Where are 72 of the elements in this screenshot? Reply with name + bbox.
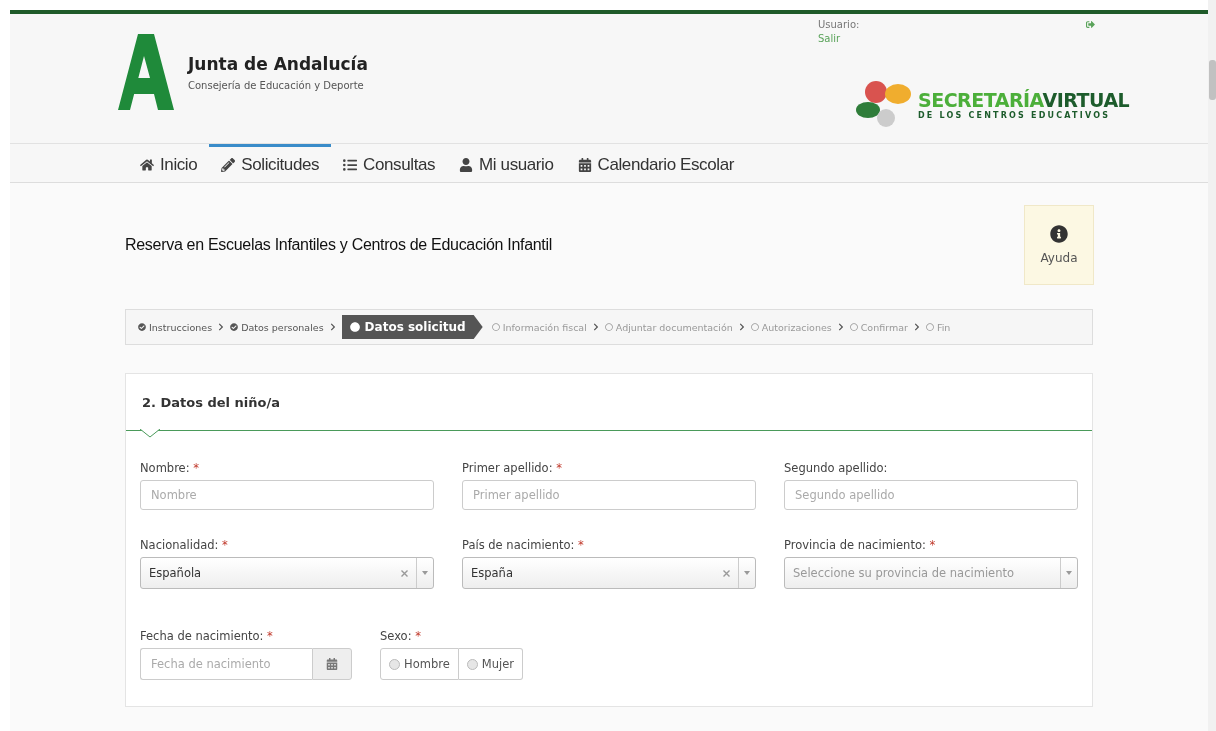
nav-tab[interactable]: Inicio [128, 144, 210, 182]
field-label: Provincia de nacimiento: * [784, 538, 937, 552]
field-label: País de nacimiento: * [462, 538, 585, 552]
brand-logo-icon [856, 78, 912, 130]
chevron-icon [912, 323, 921, 331]
logo-icon [118, 34, 174, 110]
required-mark: * [193, 461, 199, 475]
step: Adjuntar documentación [604, 321, 733, 333]
nav-tab[interactable]: Consultas [331, 144, 448, 182]
chevron-icon [328, 323, 337, 331]
required-mark: * [222, 538, 228, 552]
check-icon [138, 323, 146, 331]
calendar-icon [326, 658, 338, 670]
calendar-button[interactable] [312, 648, 352, 680]
step: Fin [925, 321, 951, 333]
step: Instrucciones [138, 321, 213, 333]
required-mark: * [267, 629, 273, 643]
org-title: Junta de Andalucía [188, 53, 368, 74]
brand-title: SECRETARÍAVIRTUAL [918, 88, 1130, 111]
info-icon [1050, 225, 1068, 243]
user-icon [459, 157, 474, 172]
caret-icon [1066, 571, 1072, 575]
required-mark: * [578, 538, 584, 552]
text-field[interactable]: Segundo apellido [784, 480, 1078, 510]
radio-option[interactable]: Mujer [458, 648, 523, 680]
select-field[interactable]: España [462, 557, 756, 589]
scrollbar-thumb[interactable] [1208, 60, 1216, 100]
required-mark: * [556, 461, 562, 475]
chevron-icon [737, 323, 746, 331]
nav-tab[interactable]: Calendario Escolar [565, 144, 746, 182]
caret-icon [744, 571, 750, 575]
radio-option[interactable]: Hombre [380, 648, 459, 680]
page-title: Reserva en Escuelas Infantiles y Centros de Educación Infantil [125, 236, 552, 254]
required-mark: * [415, 629, 421, 643]
field-label: Nacionalidad: * [140, 538, 229, 552]
step: Datos solicitud [341, 315, 483, 339]
step: Confirmar [849, 321, 908, 333]
required-mark: * [929, 538, 936, 552]
radio-circle[interactable] [389, 658, 400, 670]
chevron-icon [217, 323, 226, 331]
help-button[interactable]: Ayuda [1024, 205, 1094, 285]
step: Autorizaciones [750, 321, 832, 333]
chevron-icon [591, 323, 600, 331]
date-field[interactable]: Fecha de nacimiento [140, 648, 312, 680]
text-field[interactable]: Primer apellido [462, 480, 756, 510]
clear-icon[interactable] [723, 569, 730, 577]
step: Información fiscal [491, 321, 587, 333]
caret-icon [422, 571, 428, 575]
chevron-icon [836, 323, 845, 331]
field-label: Fecha de nacimiento: * [140, 629, 274, 643]
calendar-icon [577, 157, 592, 172]
section-title: 2. Datos del niño/a [142, 394, 280, 410]
field-label: Primer apellido: * [462, 461, 563, 475]
nav-tab[interactable]: Solicitudes [209, 144, 332, 182]
home-icon [140, 157, 154, 172]
scrollbar[interactable] [1208, 0, 1216, 731]
clear-icon[interactable] [401, 569, 408, 577]
user-label: Usuario: [818, 18, 860, 32]
list-icon [343, 157, 358, 172]
nav-tab[interactable]: Mi usuario [447, 144, 566, 182]
radio-circle[interactable] [466, 658, 478, 670]
field-label: Sexo: * [380, 629, 422, 643]
field-label: Segundo apellido: [784, 461, 889, 475]
select-field[interactable]: Española [140, 557, 434, 589]
logout-icon[interactable] [1086, 20, 1095, 29]
check-icon [230, 323, 239, 331]
brand-subtitle: DE LOS CENTROS EDUCATIVOS [918, 110, 1112, 120]
text-field[interactable]: Nombre [140, 480, 434, 510]
org-subtitle: Consejería de Educación y Deporte [188, 79, 365, 91]
field-label: Nombre: * [140, 461, 200, 475]
step: Datos personales [230, 321, 324, 333]
pencil-icon [221, 157, 236, 172]
